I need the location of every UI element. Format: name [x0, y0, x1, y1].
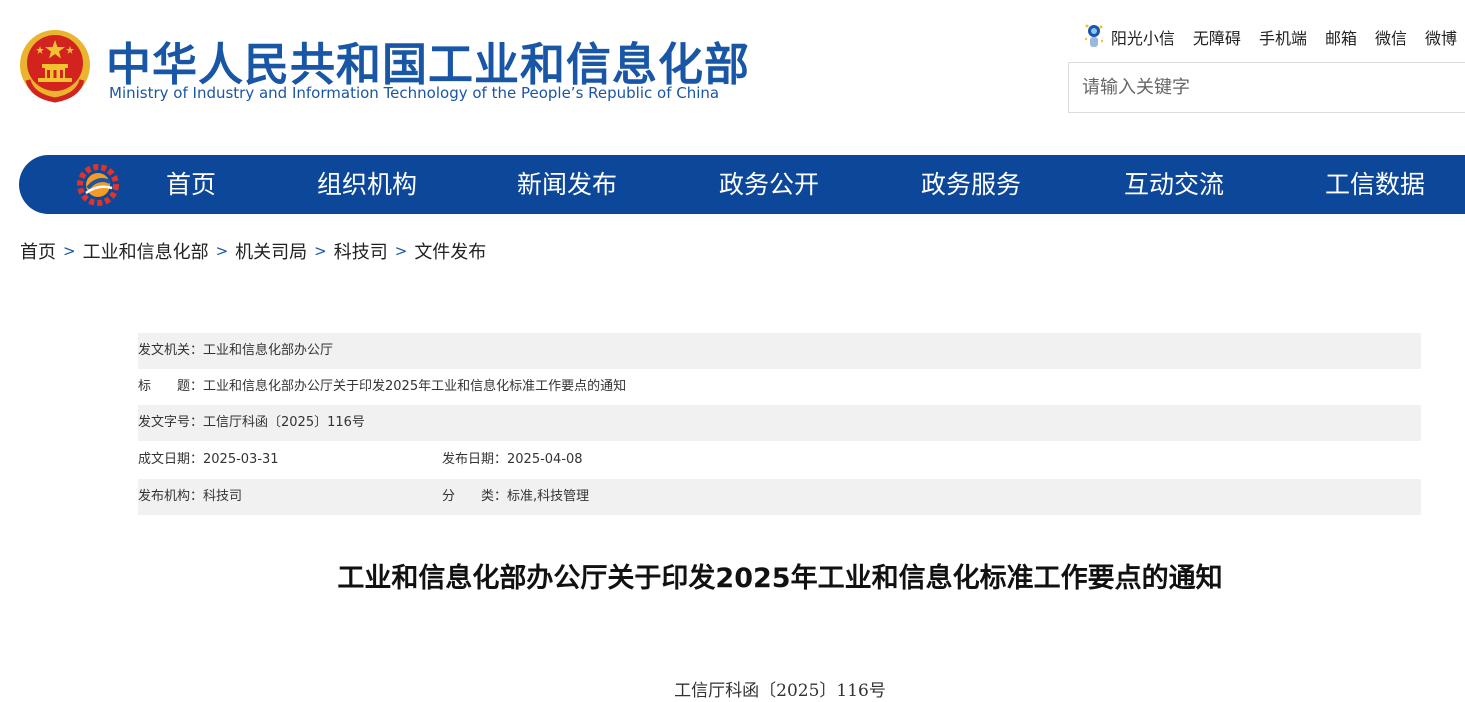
meta-row: 发文字号：工信厅科函〔2025〕116号	[138, 405, 1421, 441]
meta-written-date: 成文日期：2025-03-31	[138, 452, 279, 467]
article-title: 工业和信息化部办公厅关于印发2025年工业和信息化标准工作要点的通知	[337, 563, 1223, 594]
nav-interaction[interactable]: 互动交流	[1124, 155, 1224, 214]
meta-agency: 发布机构：科技司	[138, 489, 243, 504]
breadcrumb-item-home[interactable]: 首页	[20, 238, 56, 264]
nav-organization[interactable]: 组织机构	[317, 155, 417, 214]
breadcrumb-separator: >	[63, 242, 76, 260]
breadcrumb-item-departments[interactable]: 机关司局	[235, 238, 307, 264]
search-box	[1068, 62, 1465, 113]
main-nav: 首页 组织机构 新闻发布 政务公开 政务服务 互动交流 工信数据	[19, 155, 1465, 214]
nav-government-services[interactable]: 政务服务	[921, 155, 1021, 214]
gear-logo-icon	[77, 164, 119, 206]
meta-publish-date: 发布日期：2025-04-08	[442, 452, 583, 467]
breadcrumb-separator: >	[394, 242, 408, 260]
search-input[interactable]	[1069, 63, 1465, 112]
link-mailbox[interactable]: 邮箱	[1325, 25, 1357, 49]
article-doc-number: 工信厅科函〔2025〕116号	[674, 681, 886, 701]
breadcrumb-item-ministry[interactable]: 工业和信息化部	[83, 238, 209, 264]
meta-category: 分 类：标准,科技管理	[442, 489, 590, 504]
meta-title: 标 题：工业和信息化部办公厅关于印发2025年工业和信息化标准工作要点的通知	[138, 379, 627, 394]
link-accessibility[interactable]: 无障碍	[1193, 25, 1241, 49]
breadcrumb-separator: >	[215, 242, 229, 260]
meta-row: 发文机关：工业和信息化部办公厅	[138, 333, 1421, 369]
link-mobile[interactable]: 手机端	[1259, 25, 1307, 49]
site-subtitle: Ministry of Industry and Information Tec…	[109, 84, 720, 102]
meta-issuer: 发文机关：工业和信息化部办公厅	[138, 343, 334, 358]
document-meta-table: 发文机关：工业和信息化部办公厅 标 题：工业和信息化部办公厅关于印发2025年工…	[138, 333, 1421, 515]
link-weibo[interactable]: 微博	[1425, 25, 1457, 49]
nav-home[interactable]: 首页	[166, 155, 216, 214]
breadcrumb-item-science-tech[interactable]: 科技司	[334, 238, 388, 264]
link-wechat[interactable]: 微信	[1375, 25, 1407, 49]
breadcrumb-item-documents[interactable]: 文件发布	[414, 238, 486, 264]
meta-row: 发布机构：科技司 分 类：标准,科技管理	[138, 479, 1421, 515]
breadcrumb: 首页 > 工业和信息化部 > 机关司局 > 科技司 > 文件发布	[20, 238, 486, 264]
mascot-icon[interactable]	[1083, 22, 1105, 52]
national-emblem-icon[interactable]	[18, 28, 92, 104]
meta-row: 成文日期：2025-03-31 发布日期：2025-04-08	[138, 441, 1421, 479]
nav-news[interactable]: 新闻发布	[517, 155, 617, 214]
top-links: 阳光小信 无障碍 手机端 邮箱 微信 微博	[1083, 22, 1457, 52]
breadcrumb-separator: >	[314, 242, 327, 260]
nav-data[interactable]: 工信数据	[1325, 155, 1425, 214]
link-sunshine[interactable]: 阳光小信	[1111, 25, 1175, 49]
meta-doc-number: 发文字号：工信厅科函〔2025〕116号	[138, 415, 365, 430]
nav-government-affairs[interactable]: 政务公开	[719, 155, 819, 214]
site-header: 中华人民共和国工业和信息化部 Ministry of Industry and …	[0, 0, 1465, 150]
meta-row: 标 题：工业和信息化部办公厅关于印发2025年工业和信息化标准工作要点的通知	[138, 369, 1421, 405]
